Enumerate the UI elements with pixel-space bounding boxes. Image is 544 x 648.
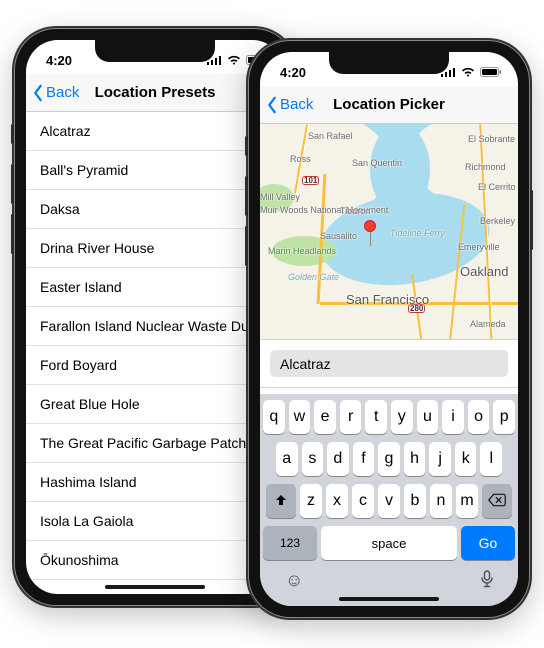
list-item[interactable]: Farallon Island Nuclear Waste Dump xyxy=(26,307,284,346)
shift-icon xyxy=(274,493,288,510)
key-go[interactable]: Go xyxy=(461,526,515,560)
key-o[interactable]: o xyxy=(468,400,490,434)
mute-switch[interactable] xyxy=(245,136,248,156)
key-h[interactable]: h xyxy=(404,442,426,476)
key-i[interactable]: i xyxy=(442,400,464,434)
map-label: Alameda xyxy=(470,319,506,329)
search-input[interactable] xyxy=(270,350,508,377)
key-b[interactable]: b xyxy=(404,484,426,518)
map-label: Ross xyxy=(290,154,311,164)
map-label: Tideline Ferry xyxy=(390,228,445,238)
map-view[interactable]: 101 280 San Francisco Oakland Berkeley R… xyxy=(260,124,518,339)
key-shift[interactable] xyxy=(266,484,296,518)
volume-down-button[interactable] xyxy=(11,214,14,254)
key-k[interactable]: k xyxy=(455,442,477,476)
key-u[interactable]: u xyxy=(417,400,439,434)
key-y[interactable]: y xyxy=(391,400,413,434)
mute-switch[interactable] xyxy=(11,124,14,144)
key-m[interactable]: m xyxy=(456,484,478,518)
notch xyxy=(95,40,215,62)
chevron-left-icon xyxy=(266,96,278,114)
key-e[interactable]: e xyxy=(314,400,336,434)
list-item[interactable]: Easter Island xyxy=(26,268,284,307)
map-label: Tiburon xyxy=(340,206,370,216)
back-label: Back xyxy=(280,96,313,113)
volume-up-button[interactable] xyxy=(245,176,248,216)
dictation-icon[interactable] xyxy=(481,570,493,593)
key-n[interactable]: n xyxy=(430,484,452,518)
list-item[interactable]: Isola La Gaiola xyxy=(26,502,284,541)
search-bar xyxy=(260,339,518,388)
key-w[interactable]: w xyxy=(289,400,311,434)
home-indicator[interactable] xyxy=(339,597,439,601)
map-label: Sausalito xyxy=(320,231,357,241)
key-a[interactable]: a xyxy=(276,442,298,476)
back-label: Back xyxy=(46,84,79,101)
map-label: Richmond xyxy=(465,162,506,172)
keyboard: q w e r t y u i o p a s d f g h j k l xyxy=(260,394,518,606)
key-d[interactable]: d xyxy=(327,442,349,476)
map-label: Muir Woods National Monument xyxy=(260,206,320,215)
list-item[interactable]: Ford Boyard xyxy=(26,346,284,385)
map-label: Mill Valley xyxy=(260,192,300,202)
map-label: Oakland xyxy=(460,264,508,279)
list-item[interactable]: The Great Pacific Garbage Patch xyxy=(26,424,284,463)
back-button[interactable]: Back xyxy=(26,84,79,102)
nav-bar: Back Location Presets xyxy=(26,74,284,112)
status-time: 4:20 xyxy=(280,65,306,80)
key-p[interactable]: p xyxy=(493,400,515,434)
map-label: San Quentin xyxy=(352,158,402,168)
volume-up-button[interactable] xyxy=(11,164,14,204)
chevron-left-icon xyxy=(32,84,44,102)
map-label: Berkeley xyxy=(480,216,515,226)
map-shield-101: 101 xyxy=(302,176,319,185)
volume-down-button[interactable] xyxy=(245,226,248,266)
back-button[interactable]: Back xyxy=(260,96,313,114)
key-x[interactable]: x xyxy=(326,484,348,518)
key-t[interactable]: t xyxy=(365,400,387,434)
map-label: Golden Gate xyxy=(288,272,339,282)
list-item[interactable]: Great Blue Hole xyxy=(26,385,284,424)
map-label: San Rafael xyxy=(308,131,353,141)
battery-icon xyxy=(480,67,502,77)
wifi-icon xyxy=(461,67,475,77)
phone-location-picker: 4:20 Back Location Picker xyxy=(248,40,530,618)
key-l[interactable]: l xyxy=(480,442,502,476)
key-z[interactable]: z xyxy=(300,484,322,518)
key-g[interactable]: g xyxy=(378,442,400,476)
key-123[interactable]: 123 xyxy=(263,526,317,560)
backspace-icon xyxy=(488,493,506,510)
nav-bar: Back Location Picker xyxy=(260,86,518,124)
map-label: Emeryville xyxy=(458,242,500,252)
list-item[interactable]: Ōkunoshima xyxy=(26,541,284,580)
list-item[interactable]: Hashima Island xyxy=(26,463,284,502)
key-space[interactable]: space xyxy=(321,526,457,560)
key-j[interactable]: j xyxy=(429,442,451,476)
wifi-icon xyxy=(227,55,241,65)
emoji-icon[interactable]: ☺ xyxy=(285,570,303,593)
map-label: Marin Headlands xyxy=(268,246,336,256)
key-r[interactable]: r xyxy=(340,400,362,434)
status-time: 4:20 xyxy=(46,53,72,68)
power-button[interactable] xyxy=(530,190,533,250)
map-label: San Francisco xyxy=(346,292,429,307)
key-f[interactable]: f xyxy=(353,442,375,476)
key-q[interactable]: q xyxy=(263,400,285,434)
key-c[interactable]: c xyxy=(352,484,374,518)
key-s[interactable]: s xyxy=(302,442,324,476)
key-v[interactable]: v xyxy=(378,484,400,518)
home-indicator[interactable] xyxy=(105,585,205,589)
key-delete[interactable] xyxy=(482,484,512,518)
map-label: El Cerrito xyxy=(478,182,516,192)
map-label: El Sobrante xyxy=(468,134,515,144)
notch xyxy=(329,52,449,74)
